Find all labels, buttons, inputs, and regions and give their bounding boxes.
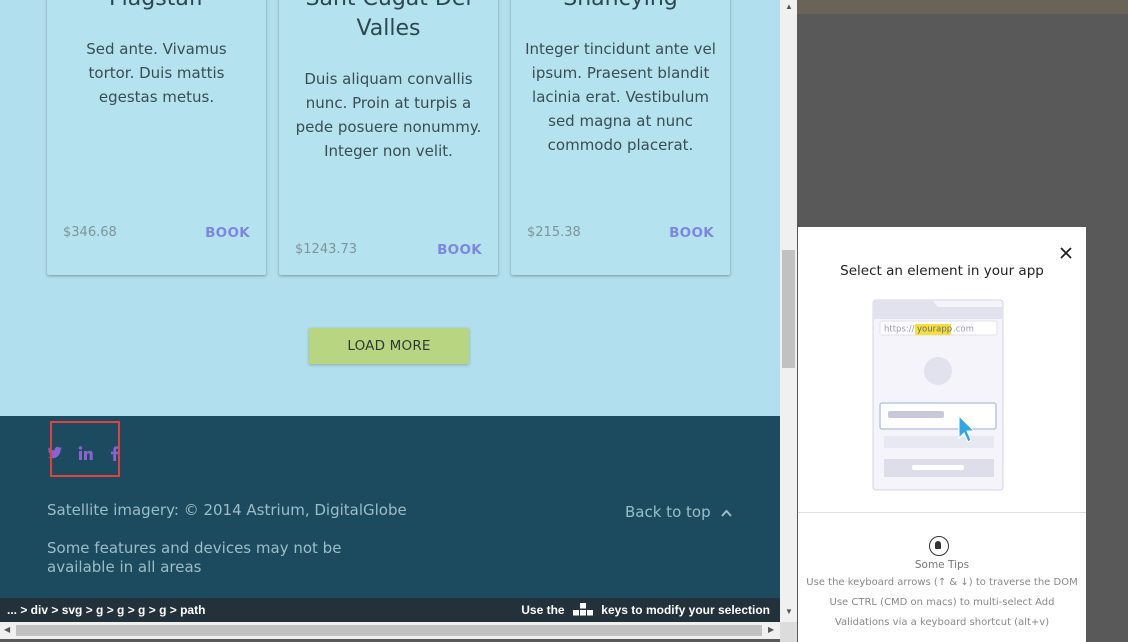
destination-card: Shancying Integer tincidunt ante vel ips… <box>511 0 730 275</box>
illustration-url-prefix: https:// <box>884 325 915 335</box>
element-selector-panel: Select an element in your app https:// y… <box>798 227 1086 642</box>
overlay-top-strip <box>797 0 1128 14</box>
chevron-up-icon <box>721 503 733 521</box>
book-button[interactable]: BOOK <box>205 225 250 241</box>
load-more-button[interactable]: LOAD MORE <box>309 328 469 364</box>
footer-note: Some features and devices may not be ava… <box>47 539 342 576</box>
hint-suffix: keys to modify your selection <box>601 603 770 617</box>
app-viewport: Flagstaff Sed ante. Vivamus tortor. Duis… <box>0 0 780 622</box>
book-button[interactable]: BOOK <box>669 225 714 241</box>
close-icon[interactable] <box>1060 243 1072 263</box>
illustration-url-suffix: .com <box>953 325 974 335</box>
dom-path-bar: ... > div > svg > g > g > g > g > path U… <box>0 598 780 622</box>
browser-illustration: https:// yourapp .com <box>872 299 1006 493</box>
destination-card: Flagstaff Sed ante. Vivamus tortor. Duis… <box>47 0 266 275</box>
back-to-top-label: Back to top <box>625 503 711 521</box>
tip-line: Validations via a keyboard shortcut (alt… <box>834 617 1050 628</box>
tip-line: Use CTRL (CMD on macs) to multi-select A… <box>829 597 1055 608</box>
footer-copyright: Satellite imagery: © 2014 Astrium, Digit… <box>47 501 407 519</box>
card-price: $215.38 <box>527 225 581 240</box>
scroll-up-icon[interactable]: ▲ <box>785 2 793 11</box>
destination-card: Sant Cugat Del Valles Duis aliquam conva… <box>279 0 498 275</box>
card-title: Shancying <box>511 0 730 14</box>
card-title: Flagstaff <box>47 0 266 14</box>
scroll-left-icon[interactable]: ◀ <box>4 625 10 634</box>
card-title: Sant Cugat Del Valles <box>306 0 472 41</box>
arrow-keys-icon <box>572 603 594 616</box>
book-button[interactable]: BOOK <box>437 242 482 258</box>
footer: Satellite imagery: © 2014 Astrium, Digit… <box>0 416 780 622</box>
selection-hint: Use the keys to modify your selection <box>521 603 770 617</box>
scroll-down-icon[interactable]: ▼ <box>785 607 793 616</box>
tips-title: Some Tips <box>914 559 970 571</box>
card-price: $346.68 <box>63 225 117 240</box>
illustration-url-highlight: yourapp <box>917 325 952 335</box>
selection-highlight-box <box>50 421 120 477</box>
back-to-top-link[interactable]: Back to top <box>625 503 733 521</box>
lightbulb-icon <box>929 536 949 556</box>
panel-divider <box>798 512 1086 513</box>
scrollbar-corner <box>780 622 797 642</box>
horizontal-scrollbar[interactable]: ◀ ▶ <box>0 622 780 639</box>
hint-prefix: Use the <box>521 603 565 617</box>
card-description: Sed ante. Vivamus tortor. Duis mattis eg… <box>86 40 227 106</box>
tip-line: Use the keyboard arrows (↑ & ↓) to trave… <box>806 577 1078 588</box>
card-description: Duis aliquam convallis nunc. Proin at tu… <box>295 70 482 160</box>
panel-title: Select an element in your app <box>840 263 1044 279</box>
horizontal-scroll-thumb[interactable] <box>16 625 762 636</box>
vertical-scrollbar[interactable]: ▲ ▼ <box>780 0 797 622</box>
dom-breadcrumb[interactable]: ... > div > svg > g > g > g > g > path <box>7 603 205 617</box>
card-description: Integer tincidunt ante vel ipsum. Praese… <box>525 40 716 154</box>
vertical-scroll-thumb[interactable] <box>782 250 795 368</box>
scroll-right-icon[interactable]: ▶ <box>768 625 774 634</box>
card-price: $1243.73 <box>295 242 358 257</box>
